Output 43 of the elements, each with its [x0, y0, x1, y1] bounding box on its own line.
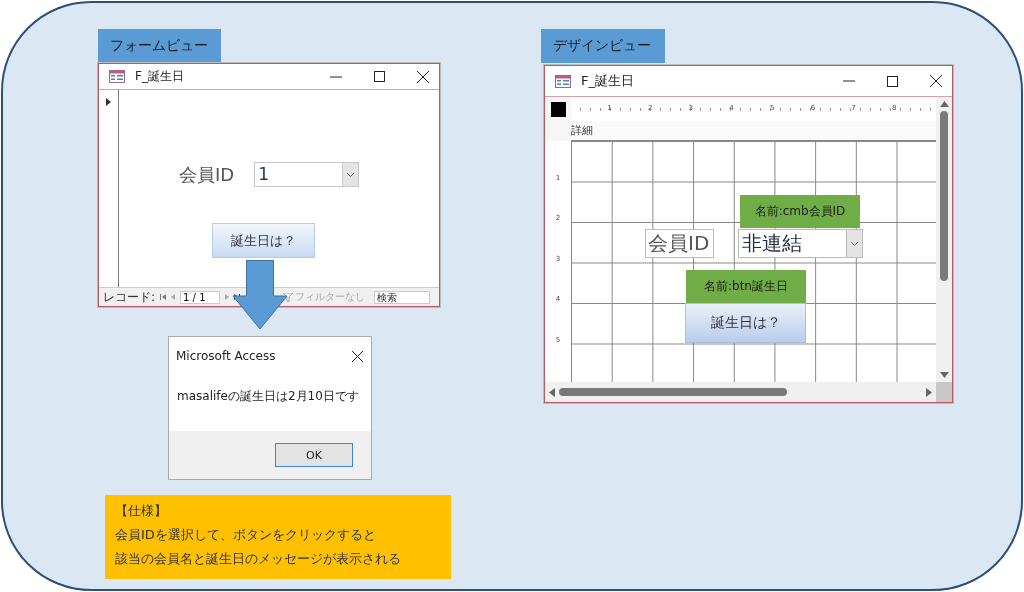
scrollbar-corner: [936, 382, 952, 402]
view-label: デザインビュー: [541, 29, 665, 63]
close-icon[interactable]: [352, 350, 363, 362]
record-position-field[interactable]: 1 / 1: [180, 290, 221, 304]
spec-text: 該当の会員名と誕生日のメッセージが表示される: [115, 550, 402, 568]
search-field[interactable]: 検索: [374, 290, 431, 304]
view-label: フォームビュー: [98, 29, 221, 63]
first-record-icon[interactable]: [160, 294, 167, 300]
record-label: レコード:: [103, 288, 156, 306]
ok-button[interactable]: OK: [275, 443, 353, 467]
chevron-down-icon: [851, 241, 858, 246]
window-title: F_誕生日: [135, 68, 185, 85]
dialog-title: Microsoft Access: [176, 349, 276, 363]
form-selector[interactable]: [550, 101, 566, 117]
down-arrow: [232, 260, 288, 330]
scroll-down-icon[interactable]: [939, 372, 949, 378]
scrollbar-thumb[interactable]: [559, 388, 787, 396]
form-icon: [109, 70, 125, 83]
chevron-down-icon: [347, 172, 355, 177]
scrollbar-thumb[interactable]: [940, 111, 948, 281]
combo-control[interactable]: 非連結: [738, 229, 863, 258]
field-label: 会員ID: [179, 162, 235, 187]
spec-text: 会員IDを選択して、ボタンをクリックすると: [115, 526, 377, 544]
button-control[interactable]: 誕生日は？: [685, 303, 806, 343]
maximize-icon[interactable]: [887, 75, 898, 87]
section-header[interactable]: 詳細: [571, 121, 936, 141]
maximize-icon[interactable]: [374, 71, 385, 82]
form-icon: [555, 74, 571, 88]
window-title: F_誕生日: [581, 72, 635, 90]
scroll-left-icon[interactable]: [549, 387, 555, 397]
record-selector-icon[interactable]: [106, 98, 111, 106]
scroll-up-icon[interactable]: [939, 101, 949, 107]
close-icon[interactable]: [417, 70, 429, 83]
member-id-combo[interactable]: 1: [254, 162, 360, 187]
filter-icon: [283, 292, 294, 302]
dialog-message: masalifeの誕生日は2月10日です: [177, 389, 359, 403]
label-control[interactable]: 会員ID: [645, 229, 714, 258]
name-tag: 名前:cmb会員ID: [740, 195, 860, 228]
spec-title: 【仕様】: [115, 502, 168, 520]
scroll-right-icon[interactable]: [926, 387, 932, 397]
name-tag: 名前:btn誕生日: [686, 270, 806, 303]
birthday-button[interactable]: 誕生日は？: [212, 223, 315, 258]
close-icon[interactable]: [930, 75, 942, 87]
